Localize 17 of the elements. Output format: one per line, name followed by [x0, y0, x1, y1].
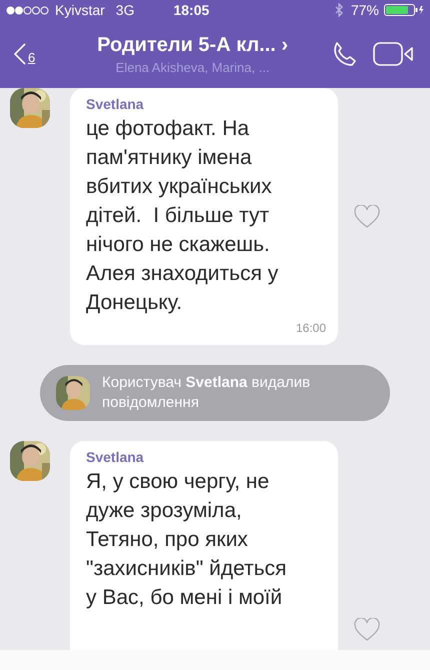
signal-icon: [6, 6, 50, 14]
message-text: Я, у свою чергу, не дуже зрозуміла, Тетяно, про яких "захисників" йдеться у Вас, бо мені і моїй: [86, 469, 288, 611]
bluetooth-icon: [334, 3, 344, 17]
sender-name: Svetlana: [86, 96, 145, 112]
video-camera-icon[interactable]: [372, 40, 416, 68]
notice-text: Користувач Svetlana видалив повідомлення: [102, 373, 312, 413]
chat-members: Elena Akisheva, Marina, ...: [116, 60, 270, 74]
network-type: 3G: [116, 2, 134, 18]
carrier-name: Kyivstar: [55, 2, 105, 18]
battery-icon: [384, 4, 424, 16]
message-time: 16:00: [296, 321, 326, 335]
message-text: це фотофакт. На пам'ятнику імена вбитих українських дітей. І більше тут нічого не скажешь. Алея знаходиться у Донецьку.: [86, 116, 280, 316]
sender-name: Svetlana: [86, 449, 145, 465]
back-button[interactable]: 6: [14, 43, 36, 65]
clock: 18:05: [173, 2, 210, 18]
battery-percent: 77%: [350, 2, 379, 18]
chat-title[interactable]: Родители 5-А кл... ›: [97, 34, 288, 56]
